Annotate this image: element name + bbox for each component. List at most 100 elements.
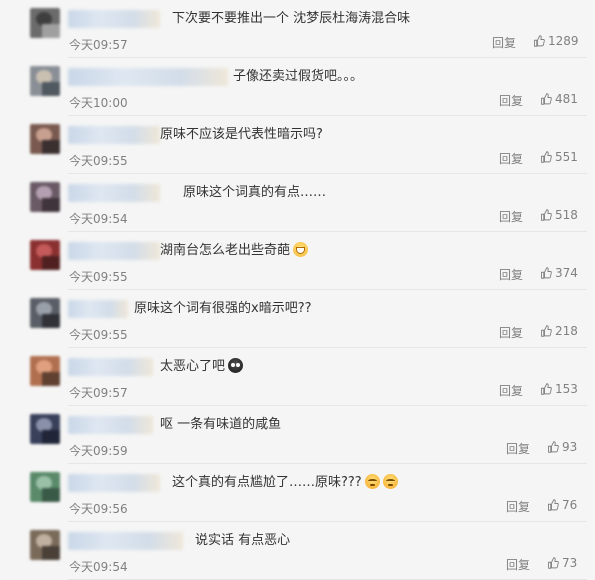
like-button[interactable]: 73 (547, 556, 577, 570)
sly-emoji (364, 474, 380, 489)
comment-text-content: 这个真的有点尴尬了……原味??? (172, 475, 362, 490)
comment-time: 今天09:54 (69, 560, 128, 574)
comment-item: 原味这个词真的有点…… 今天09:54 回复 518 (0, 174, 595, 232)
username[interactable] (68, 358, 153, 376)
comment-text: 说实话 有点恶心 (195, 532, 290, 550)
like-button[interactable]: 76 (547, 498, 577, 512)
thumbs-up-icon (540, 383, 552, 395)
reply-button[interactable]: 回复 (499, 92, 523, 109)
like-count: 374 (555, 266, 578, 280)
sly-emoji (382, 474, 398, 489)
comment-time: 今天09:55 (69, 154, 128, 168)
like-count: 481 (555, 92, 578, 106)
avatar[interactable] (30, 472, 60, 502)
comment-text-content: 呕 一条有味道的咸鱼 (160, 417, 282, 432)
thumbs-up-icon (540, 209, 552, 221)
like-button[interactable]: 1289 (533, 34, 579, 48)
thumbs-up-icon (547, 441, 559, 453)
reply-button[interactable]: 回复 (506, 556, 530, 573)
comment-text: 下次要不要推出一个 沈梦辰杜海涛混合味 (172, 10, 410, 28)
like-button[interactable]: 218 (540, 324, 578, 338)
comment-time: 今天09:56 (69, 502, 128, 516)
comment-text-content: 说实话 有点恶心 (195, 533, 291, 548)
reply-button[interactable]: 回复 (499, 324, 523, 341)
reply-button[interactable]: 回复 (492, 34, 516, 51)
reply-button[interactable]: 回复 (506, 440, 530, 457)
dark-face-emoji (228, 358, 244, 373)
reply-button[interactable]: 回复 (499, 208, 523, 225)
avatar[interactable] (30, 356, 60, 386)
avatar[interactable] (30, 414, 60, 444)
comment-text-content: 原味这个词有很强的x暗示吧?? (134, 301, 312, 316)
comment-time: 今天09:55 (69, 270, 128, 284)
comment-text-content: 湖南台怎么老出些奇葩 (160, 243, 291, 258)
avatar[interactable] (30, 8, 60, 38)
comment-text-content: 子像还卖过假货吧。。。 (233, 69, 364, 84)
like-button[interactable]: 153 (540, 382, 578, 396)
comment-item: 太恶心了吧今天09:57 回复 153 (0, 348, 595, 406)
avatar[interactable] (30, 240, 60, 270)
comment-text: 原味这个词有很强的x暗示吧?? (134, 300, 312, 318)
thumbs-up-icon (540, 267, 552, 279)
avatar[interactable] (30, 66, 60, 96)
comment-time: 今天09:57 (69, 38, 128, 52)
comment-item: 子像还卖过假货吧。。。今天10:00 回复 481 (0, 58, 595, 116)
avatar[interactable] (30, 124, 60, 154)
reply-button[interactable]: 回复 (499, 150, 523, 167)
reply-button[interactable]: 回复 (506, 498, 530, 515)
thumbs-up-icon (533, 35, 545, 47)
like-count: 93 (562, 440, 578, 454)
comment-item: 这个真的有点尴尬了……原味??? 今天09:56 回复 76 (0, 464, 595, 522)
comment-text-content: 原味不应该是代表性暗示吗? (160, 127, 323, 142)
comment-time: 今天10:00 (69, 96, 128, 110)
thumbs-up-icon (540, 151, 552, 163)
laugh-emoji (293, 242, 309, 257)
comment-time: 今天09:57 (69, 386, 128, 400)
like-button[interactable]: 374 (540, 266, 578, 280)
reply-button[interactable]: 回复 (499, 266, 523, 283)
username[interactable] (68, 416, 153, 434)
comment-text: 太恶心了吧 (160, 358, 244, 376)
like-count: 518 (555, 208, 578, 222)
comment-text: 子像还卖过假货吧。。。 (233, 68, 363, 86)
comment-text: 这个真的有点尴尬了……原味??? (172, 474, 398, 492)
comment-text-content: 原味这个词真的有点…… (183, 185, 327, 200)
like-button[interactable]: 93 (547, 440, 577, 454)
comment-item: 原味不应该是代表性暗示吗? 今天09:55 回复 551 (0, 116, 595, 174)
comment-time: 今天09:54 (69, 212, 128, 226)
avatar[interactable] (30, 530, 60, 560)
thumbs-up-icon (547, 499, 559, 511)
comment-time: 今天09:55 (69, 328, 128, 342)
like-count: 153 (555, 382, 578, 396)
comment-item: 说实话 有点恶心今天09:54 回复 73 (0, 522, 595, 580)
avatar[interactable] (30, 182, 60, 212)
username[interactable] (68, 184, 160, 202)
reply-button[interactable]: 回复 (499, 382, 523, 399)
comment-text: 原味这个词真的有点…… (183, 184, 326, 202)
like-count: 551 (555, 150, 578, 164)
like-count: 73 (562, 556, 578, 570)
username[interactable] (68, 474, 160, 492)
username[interactable] (68, 532, 183, 550)
comment-time: 今天09:59 (69, 444, 128, 458)
username[interactable] (68, 242, 160, 260)
like-button[interactable]: 518 (540, 208, 578, 222)
comment-text: 呕 一条有味道的咸鱼 (160, 416, 281, 434)
username[interactable] (68, 300, 128, 318)
like-count: 1289 (548, 34, 579, 48)
like-count: 218 (555, 324, 578, 338)
username[interactable] (68, 68, 228, 86)
comment-text-content: 下次要不要推出一个 沈梦辰杜海涛混合味 (172, 11, 411, 26)
comment-item: 原味这个词有很强的x暗示吧?? 今天09:55 回复 218 (0, 290, 595, 348)
avatar[interactable] (30, 298, 60, 328)
username[interactable] (68, 10, 160, 28)
thumbs-up-icon (540, 325, 552, 337)
comment-item: 呕 一条有味道的咸鱼今天09:59 回复 93 (0, 406, 595, 464)
comment-item: 下次要不要推出一个 沈梦辰杜海涛混合味今天09:57 回复 1289 (0, 0, 595, 58)
comment-list: 下次要不要推出一个 沈梦辰杜海涛混合味今天09:57 回复 1289 子像还卖过假货吧… (0, 0, 595, 580)
thumbs-up-icon (547, 557, 559, 569)
thumbs-up-icon (540, 93, 552, 105)
username[interactable] (68, 126, 160, 144)
like-button[interactable]: 481 (540, 92, 578, 106)
like-button[interactable]: 551 (540, 150, 578, 164)
